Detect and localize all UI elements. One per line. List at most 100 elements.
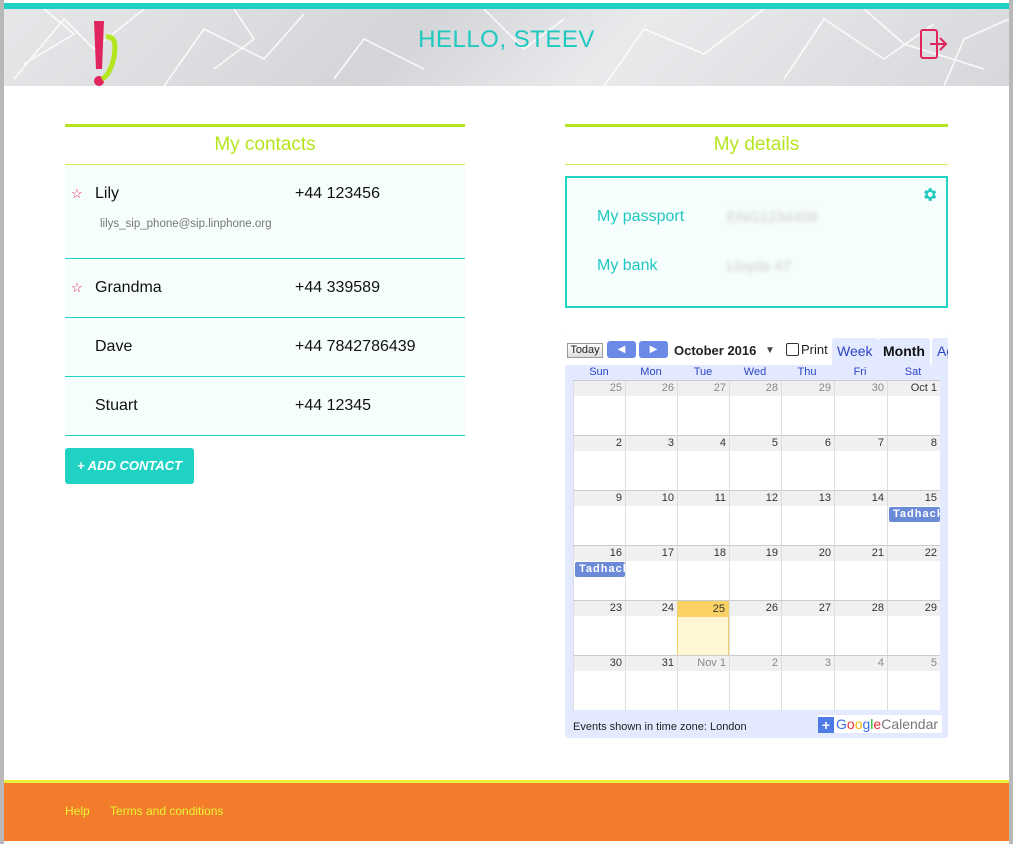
calendar-week-row: 25 26 27 28 29 30 Oct 1 bbox=[573, 380, 940, 436]
month-grid: 25 26 27 28 29 30 Oct 1 2 3 4 5 6 7 8 9 10 11 12 13 14 15 16 1… bbox=[573, 380, 940, 711]
calendar-week-row: 9 10 11 12 13 14 15 bbox=[573, 490, 940, 546]
gear-icon[interactable] bbox=[921, 186, 938, 203]
calendar-day-cell[interactable]: 6 bbox=[781, 436, 834, 491]
weekday-label: Wed bbox=[743, 366, 767, 378]
calendar-day-cell[interactable]: 25 bbox=[677, 601, 729, 656]
day-number: 13 bbox=[818, 492, 831, 504]
details-heading: My details bbox=[565, 124, 948, 165]
weekday-header: Sun Mon Tue Wed Thu Fri Sat bbox=[565, 366, 948, 380]
calendar-day-cell[interactable]: 20 bbox=[781, 546, 834, 601]
day-number: Nov 1 bbox=[697, 657, 726, 669]
logout-icon[interactable] bbox=[918, 27, 948, 61]
calendar-day-cell[interactable]: 21 bbox=[834, 546, 887, 601]
calendar-day-cell[interactable]: 7 bbox=[834, 436, 887, 491]
favorite-star-icon[interactable]: ☆ bbox=[71, 280, 83, 296]
bank-label: My bank bbox=[597, 257, 658, 274]
calendar-day-cell[interactable]: 10 bbox=[625, 491, 677, 546]
calendar-day-cell[interactable]: 31 bbox=[625, 656, 677, 711]
calendar-day-cell[interactable]: 25 bbox=[573, 381, 625, 436]
day-number: 23 bbox=[609, 602, 622, 614]
calendar-day-cell[interactable]: 2 bbox=[573, 436, 625, 491]
calendar-day-cell[interactable]: 29 bbox=[887, 601, 940, 656]
contact-name: Dave bbox=[95, 338, 133, 355]
day-number: 14 bbox=[871, 492, 884, 504]
day-number: 27 bbox=[713, 382, 726, 394]
calendar-footer: Events shown in time zone: London + Googl… bbox=[565, 710, 948, 738]
calendar-day-cell[interactable]: 26 bbox=[625, 381, 677, 436]
next-month-button[interactable]: ▶ bbox=[639, 341, 668, 358]
contact-row-stuart[interactable]: Stuart +44 12345 bbox=[65, 377, 465, 436]
day-number: 4 bbox=[877, 657, 884, 669]
calendar-day-cell[interactable]: 18 bbox=[677, 546, 729, 601]
chevron-down-icon[interactable]: ▼ bbox=[765, 345, 775, 356]
calendar-day-cell[interactable]: 2 bbox=[729, 656, 781, 711]
calendar-day-cell[interactable]: 30 bbox=[834, 381, 887, 436]
tab-week[interactable]: Week bbox=[832, 338, 878, 365]
day-number: 19 bbox=[765, 547, 778, 559]
add-to-google-calendar-button[interactable]: + GoogleCalendar bbox=[818, 715, 943, 733]
calendar-day-cell[interactable]: 23 bbox=[573, 601, 625, 656]
calendar-day-cell[interactable]: 11 bbox=[677, 491, 729, 546]
calendar-day-cell[interactable]: 24 bbox=[625, 601, 677, 656]
calendar-event[interactable]: Tadhack bbox=[575, 562, 625, 577]
calendar-day-cell[interactable]: 5 bbox=[729, 436, 781, 491]
calendar-day-cell[interactable]: 14 bbox=[834, 491, 887, 546]
calendar-day-cell[interactable]: 3 bbox=[625, 436, 677, 491]
calendar-week-row: 16 17 18 19 20 21 22 bbox=[573, 545, 940, 601]
tab-month[interactable]: Month bbox=[878, 338, 930, 365]
help-link[interactable]: Help bbox=[65, 804, 90, 818]
calendar-day-cell[interactable]: 27 bbox=[677, 381, 729, 436]
day-number: 5 bbox=[771, 437, 778, 449]
calendar-day-cell[interactable]: 28 bbox=[729, 381, 781, 436]
contact-row-grandma[interactable]: ☆ Grandma +44 339589 bbox=[65, 259, 465, 318]
calendar-day-cell[interactable]: 22 bbox=[887, 546, 940, 601]
print-button[interactable]: Print bbox=[786, 342, 828, 357]
calendar-day-cell[interactable]: 26 bbox=[729, 601, 781, 656]
contacts-heading: My contacts bbox=[65, 124, 465, 165]
calendar-day-cell[interactable]: 4 bbox=[834, 656, 887, 711]
contact-phone: +44 12345 bbox=[295, 397, 372, 414]
tab-agenda[interactable]: Ag bbox=[932, 338, 948, 365]
calendar-day-cell[interactable]: 27 bbox=[781, 601, 834, 656]
calendar-event[interactable]: Tadhack bbox=[889, 507, 940, 522]
footer: Help Terms and conditions bbox=[4, 783, 1009, 841]
prev-month-button[interactable]: ◀ bbox=[607, 341, 636, 358]
contact-row-dave[interactable]: Dave +44 7842786439 bbox=[65, 318, 465, 377]
printer-icon bbox=[786, 343, 799, 356]
weekday-label: Mon bbox=[640, 366, 662, 378]
calendar-day-cell[interactable]: Oct 1 bbox=[887, 381, 940, 436]
google-wordmark: Google bbox=[836, 716, 882, 732]
calendar-day-cell[interactable]: 4 bbox=[677, 436, 729, 491]
add-contact-button[interactable]: + ADD CONTACT bbox=[65, 448, 194, 484]
calendar-day-cell[interactable]: 13 bbox=[781, 491, 834, 546]
contact-row-lily[interactable]: ☆ Lily +44 123456 lilys_sip_phone@sip.li… bbox=[65, 165, 465, 259]
contact-name: Stuart bbox=[95, 397, 138, 414]
terms-link[interactable]: Terms and conditions bbox=[110, 804, 223, 818]
calendar-day-cell[interactable]: 12 bbox=[729, 491, 781, 546]
day-number: 5 bbox=[930, 657, 937, 669]
calendar-day-cell[interactable]: 28 bbox=[834, 601, 887, 656]
passport-value: ENG1234456 bbox=[727, 209, 818, 226]
calendar-day-cell[interactable]: 29 bbox=[781, 381, 834, 436]
day-number: 17 bbox=[661, 547, 674, 559]
day-number: 28 bbox=[765, 382, 778, 394]
calendar-wordmark: Calendar bbox=[881, 716, 939, 732]
calendar-day-cell[interactable]: 8 bbox=[887, 436, 940, 491]
day-number: 29 bbox=[818, 382, 831, 394]
weekday-label: Sun bbox=[589, 366, 609, 378]
day-number: 2 bbox=[615, 437, 622, 449]
day-number: 30 bbox=[871, 382, 884, 394]
favorite-star-icon[interactable]: ☆ bbox=[71, 186, 83, 202]
calendar-day-cell[interactable]: 19 bbox=[729, 546, 781, 601]
calendar-day-cell[interactable]: 5 bbox=[887, 656, 940, 711]
calendar-day-cell[interactable]: 17 bbox=[625, 546, 677, 601]
day-number: 11 bbox=[714, 492, 726, 504]
bank-value: Lloyds 47 bbox=[727, 258, 792, 275]
calendar-day-cell[interactable]: Nov 1 bbox=[677, 656, 729, 711]
calendar-day-cell[interactable]: 3 bbox=[781, 656, 834, 711]
today-button[interactable]: Today bbox=[567, 343, 603, 358]
contact-phone: +44 123456 bbox=[295, 185, 380, 202]
calendar-day-cell[interactable]: 9 bbox=[573, 491, 625, 546]
calendar-day-cell[interactable]: 30 bbox=[573, 656, 625, 711]
passport-label: My passport bbox=[597, 208, 685, 225]
